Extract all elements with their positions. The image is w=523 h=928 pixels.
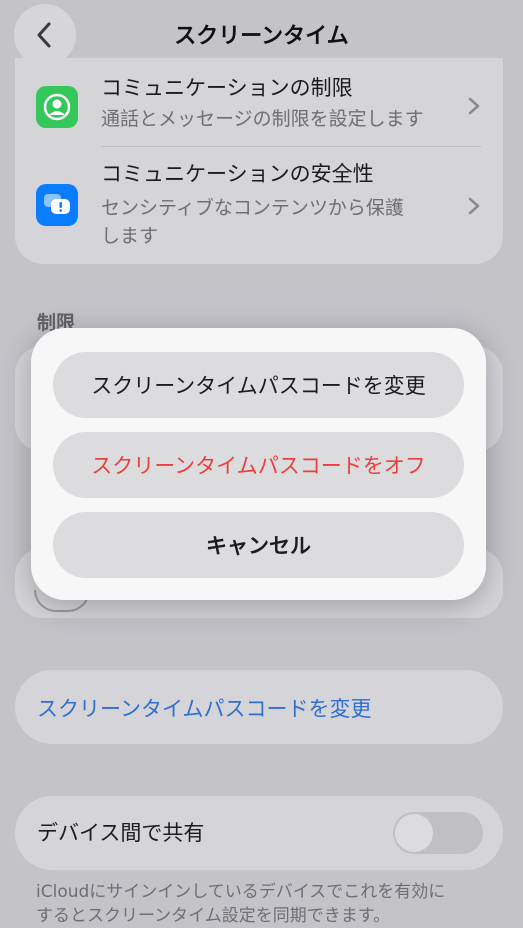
turn-off-passcode-button[interactable]: スクリーンタイムパスコードをオフ [53,432,464,498]
communication-limits-subtitle: 通話とメッセージの制限を設定します [101,108,424,130]
speech-bubble-alert-icon [36,184,78,226]
change-passcode-link-card[interactable]: スクリーンタイムパスコードを変更 [15,670,503,744]
share-across-devices-label: デバイス間で共有 [37,821,205,845]
page-title: スクリーンタイム [174,24,349,49]
share-across-devices-toggle[interactable] [393,812,483,854]
communication-limits-row[interactable]: コミュニケーションの制限 通話とメッセージの制限を設定します [15,70,503,140]
communication-safety-subtitle-line2: します [101,225,159,247]
cancel-button[interactable]: キャンセル [53,512,464,578]
change-passcode-button[interactable]: スクリーンタイムパスコードを変更 [53,352,464,418]
communication-limits-title: コミュニケーションの制限 [101,76,353,100]
row-divider [101,146,481,147]
chevron-right-icon [468,97,480,115]
share-footer-line1: iCloudにサインインしているデバイスでこれを有効に [36,882,446,902]
share-across-devices-row: デバイス間で共有 [15,796,503,870]
communication-safety-subtitle-line1: センシティブなコンテンツから保護 [101,197,404,219]
communication-safety-row[interactable]: コミュニケーションの安全性 センシティブなコンテンツから保護 します [15,152,503,252]
passcode-action-sheet: スクリーンタイムパスコードを変更 スクリーンタイムパスコードをオフ キャンセル [31,328,486,600]
chevron-right-icon [468,197,480,215]
communication-safety-title: コミュニケーションの安全性 [101,162,374,186]
person-circle-icon [36,86,78,128]
toggle-knob [395,814,433,852]
change-passcode-link[interactable]: スクリーンタイムパスコードを変更 [37,693,372,723]
share-footer-line2: するとスクリーンタイム設定を同期できます。 [36,906,391,926]
